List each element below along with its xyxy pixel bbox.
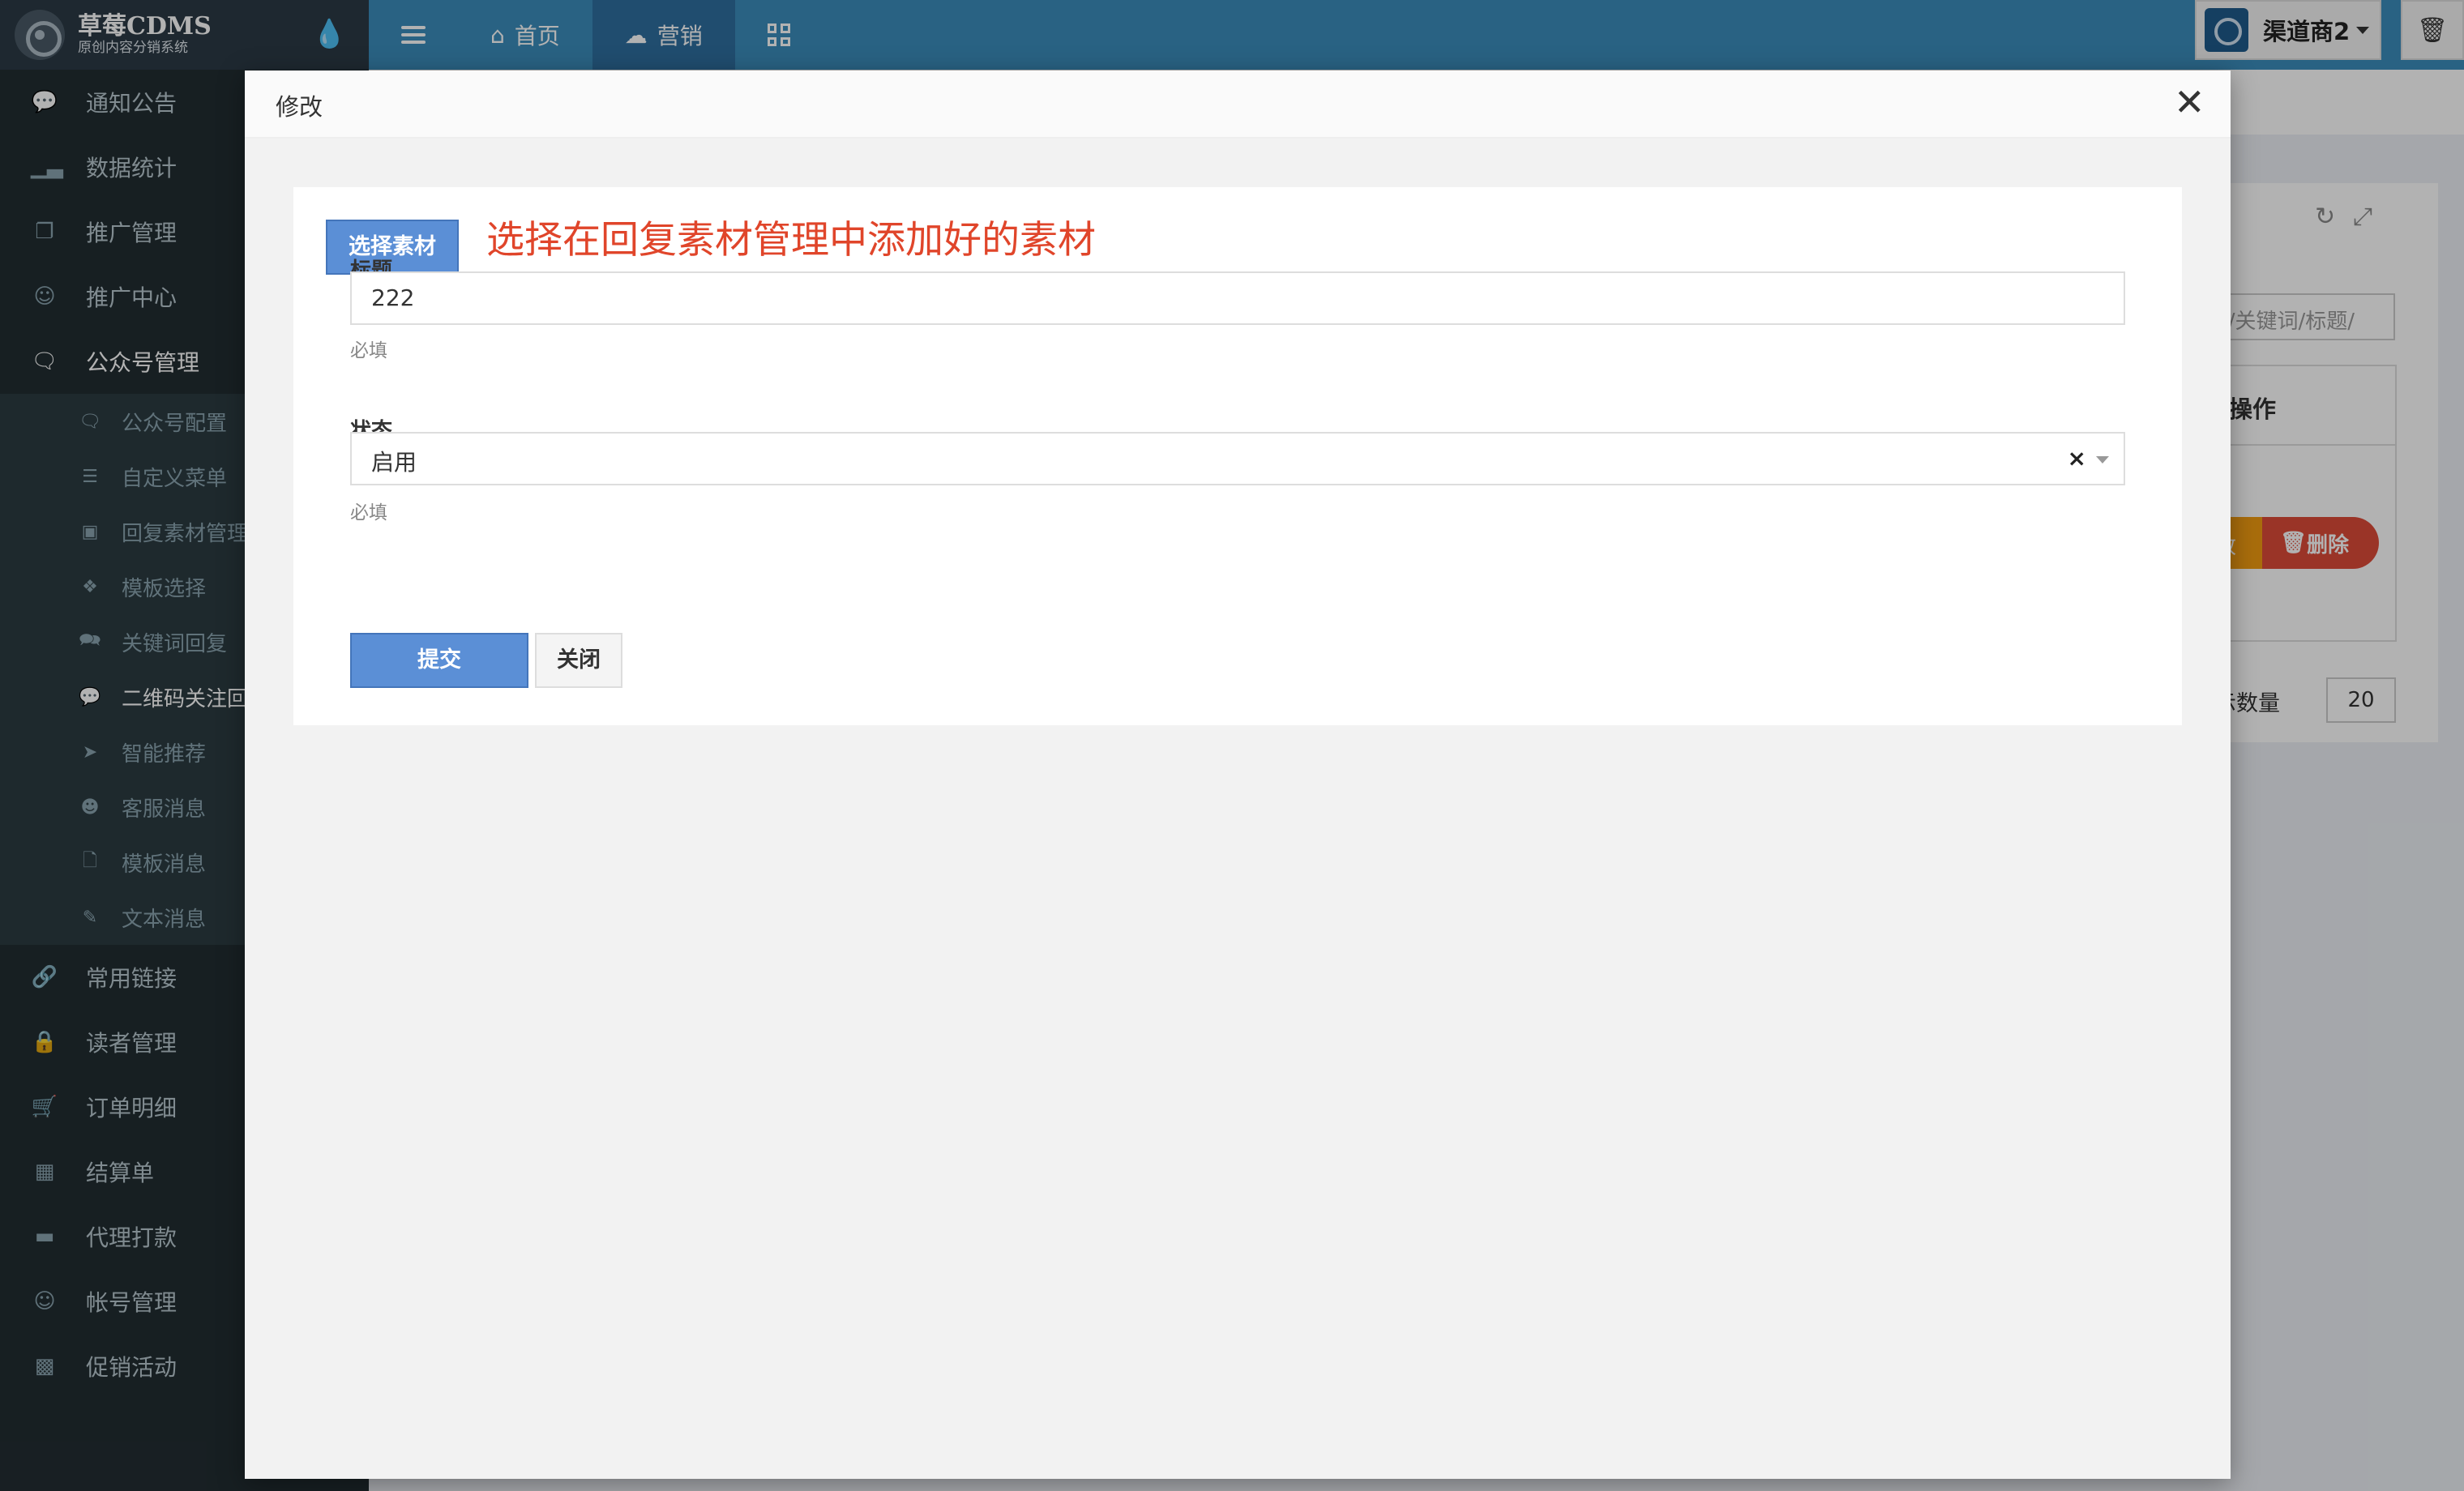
edit-modal: 修改 ✕ 选择素材 选择在回复素材管理中添加好的素材 标题 222 必填 状态 … [245, 70, 2231, 1479]
select-material-hint: 选择在回复素材管理中添加好的素材 [486, 218, 1096, 263]
title-input[interactable]: 222 [350, 271, 2125, 325]
clear-icon[interactable]: × [2068, 445, 2086, 472]
modal-title: 修改 [276, 93, 323, 121]
status-selected-value: 启用 [371, 449, 417, 476]
title-help: 必填 [350, 340, 387, 361]
submit-button[interactable]: 提交 [350, 633, 528, 688]
status-help: 必填 [350, 502, 387, 523]
modal-header: 修改 ✕ [245, 70, 2231, 139]
chevron-down-icon [2096, 456, 2109, 464]
edit-form: 选择素材 选择在回复素材管理中添加好的素材 标题 222 必填 状态 启用 × … [293, 187, 2182, 725]
status-select[interactable]: 启用 × [350, 432, 2125, 485]
close-icon[interactable]: ✕ [2174, 83, 2205, 121]
close-button[interactable]: 关闭 [535, 633, 622, 688]
